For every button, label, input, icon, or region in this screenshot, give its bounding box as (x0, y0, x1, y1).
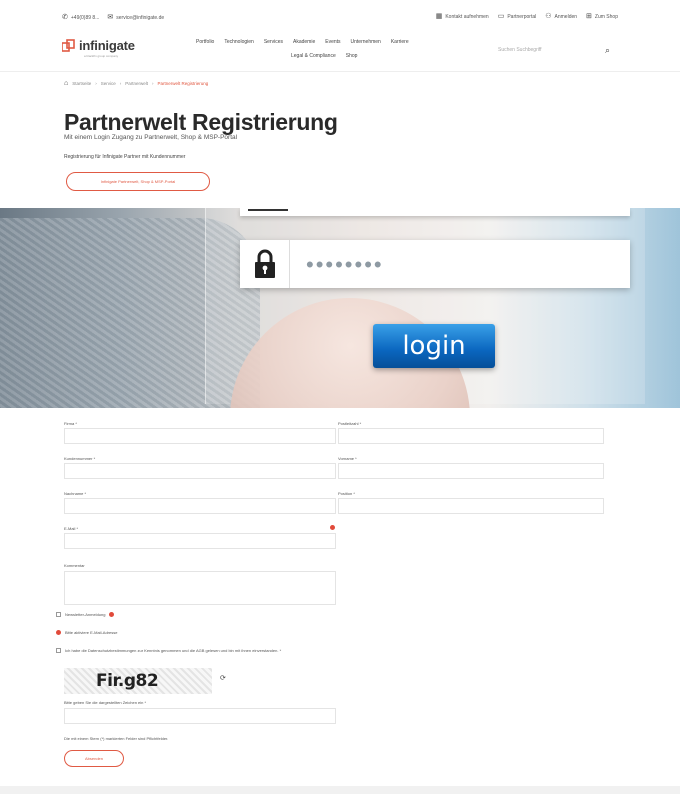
breadcrumb-item[interactable]: Service (101, 81, 116, 86)
kommentar-textarea[interactable] (64, 571, 336, 605)
password-mask: •••••••• (306, 252, 384, 277)
nav-unternehmen[interactable]: Unternehmen (351, 39, 381, 45)
user-icon: ⚇ (545, 13, 552, 20)
position-field[interactable] (338, 498, 604, 514)
search-input[interactable]: Suchen Suchbegriff (498, 47, 542, 53)
mail-notice-row: Bitte aktiviere E-Mail-Adresse (56, 630, 117, 635)
calendar-icon: ▦ (435, 13, 443, 20)
nav-shop[interactable]: Shop (346, 53, 358, 59)
contact-label: Kontakt aufnehmen (445, 13, 489, 20)
hero-image: •••••••• login (0, 208, 680, 408)
nav-services[interactable]: Services (264, 39, 283, 45)
main-header: infinigate a blackfin group company Port… (0, 30, 680, 72)
partnerportal-label: Partnerportal (507, 13, 537, 20)
breadcrumb-separator: › (152, 81, 154, 86)
breadcrumb-current: Partnerwelt Registrierung (157, 81, 209, 86)
newsletter-row: Newsletter-Anmeldung (56, 612, 115, 617)
top-bar: ✆ +49(0)89 8... ✉ service@infinigate.de … (0, 0, 680, 30)
logo-tagline: a blackfin group company (84, 54, 119, 58)
newsletter-checkbox[interactable] (56, 612, 61, 617)
position-label: Position * (338, 491, 355, 496)
home-icon[interactable]: ⌂ (64, 80, 68, 87)
privacy-checkbox[interactable] (56, 648, 61, 653)
vorname-field[interactable] (338, 463, 604, 479)
mail-icon: ✉ (107, 14, 114, 21)
newsletter-required-marker (109, 612, 115, 617)
captcha-field[interactable] (64, 708, 336, 724)
page-subtitle: Mit einem Login Zugang zu Partnerwelt, S… (64, 134, 238, 141)
email-text: service@infinigate.de (116, 14, 165, 21)
email-link[interactable]: ✉ service@infinigate.de (107, 14, 164, 21)
breadcrumb: ⌂ Startseite › Service › Partnerwelt › P… (64, 80, 208, 87)
search-icon[interactable]: ⌕ (605, 45, 610, 56)
footer-strip (0, 786, 680, 794)
breadcrumb-separator: › (119, 81, 122, 86)
intro-text: Registrierung für Infinigate Partner mit… (64, 154, 186, 160)
nav-events[interactable]: Events (325, 39, 340, 45)
vorname-label: Vorname * (338, 456, 357, 461)
page: ✆ +49(0)89 8... ✉ service@infinigate.de … (0, 0, 680, 794)
postleitzahl-label: Postleitzahl * (338, 421, 362, 426)
newsletter-label: Newsletter-Anmeldung (65, 612, 106, 617)
shop-label: Zum Shop (594, 13, 618, 20)
login-link[interactable]: ⚇ Anmelden (545, 13, 577, 20)
logo-wordmark: infinigate (79, 38, 135, 53)
logo[interactable]: infinigate a blackfin group company (61, 38, 135, 58)
cart-icon: ⊞ (586, 13, 592, 20)
nav-portfolio[interactable]: Portfolio (196, 39, 214, 45)
hero-password-field: •••••••• (240, 240, 630, 288)
contact-link[interactable]: ▦ Kontakt aufnehmen (436, 13, 489, 20)
email-required-marker (330, 525, 335, 530)
mail-notice-text: Bitte aktiviere E-Mail-Adresse (65, 630, 118, 635)
submit-button[interactable]: Absenden (64, 750, 124, 767)
captcha-text: Fir.g82 (96, 671, 159, 691)
privacy-label[interactable]: Ich habe die Datenschutzbestimmungen zur… (65, 648, 281, 653)
nachname-label: Nachname * (64, 491, 87, 496)
hero-login-button: login (373, 324, 495, 368)
privacy-row: Ich habe die Datenschutzbestimmungen zur… (56, 648, 281, 653)
search-box[interactable]: Suchen Suchbegriff ⌕ (498, 42, 610, 58)
logo-mark-icon (61, 38, 76, 53)
monitor-icon: ▭ (497, 13, 505, 20)
captcha-image: Fir.g82 (64, 668, 212, 694)
firma-label: Firma * (64, 421, 77, 426)
kommentar-label: Kommentar (64, 563, 85, 568)
breadcrumb-item[interactable]: Startseite (72, 81, 91, 86)
postleitzahl-field[interactable] (338, 428, 604, 444)
shop-link[interactable]: ⊞ Zum Shop (586, 13, 618, 20)
nav-akademie[interactable]: Akademie (293, 39, 315, 45)
phone-icon: ✆ (62, 14, 68, 21)
nav-legal[interactable]: Legal & Compliance (291, 53, 336, 59)
breadcrumb-item[interactable]: Partnerwelt (125, 81, 148, 86)
kundennummer-field[interactable] (64, 463, 336, 479)
partnerportal-link[interactable]: ▭ Partnerportal (498, 13, 537, 20)
nav-technologien[interactable]: Technologien (224, 39, 253, 45)
email-field[interactable] (64, 533, 336, 549)
nachname-field[interactable] (64, 498, 336, 514)
hero-username-field (240, 208, 630, 216)
kundennummer-label: Kundennummer * (64, 456, 96, 461)
firma-field[interactable] (64, 428, 336, 444)
breadcrumb-separator: › (95, 81, 97, 86)
login-label: Anmelden (554, 13, 578, 20)
padlock-icon (240, 240, 290, 288)
main-nav: Portfolio Technologien Services Akademie… (196, 39, 472, 59)
mail-notice-icon (56, 630, 61, 635)
phone-text: +49(0)89 8... (70, 14, 100, 21)
nav-karriere[interactable]: Karriere (391, 39, 409, 45)
email-label: E-Mail * (64, 526, 79, 531)
refresh-captcha-icon[interactable]: ⟳ (220, 674, 226, 682)
required-note: Die mit einem Stern (*) markierten Felde… (64, 736, 169, 741)
page-title: Partnerwelt Registrierung (64, 109, 338, 135)
captcha-prompt: Bitte geben Sie die dargestellten Zeiche… (64, 700, 147, 705)
phone-link[interactable]: ✆ +49(0)89 8... (62, 14, 99, 21)
partnerwelt-button[interactable]: Infinigate Partnerwelt, Shop & MSP-Porta… (66, 172, 210, 191)
